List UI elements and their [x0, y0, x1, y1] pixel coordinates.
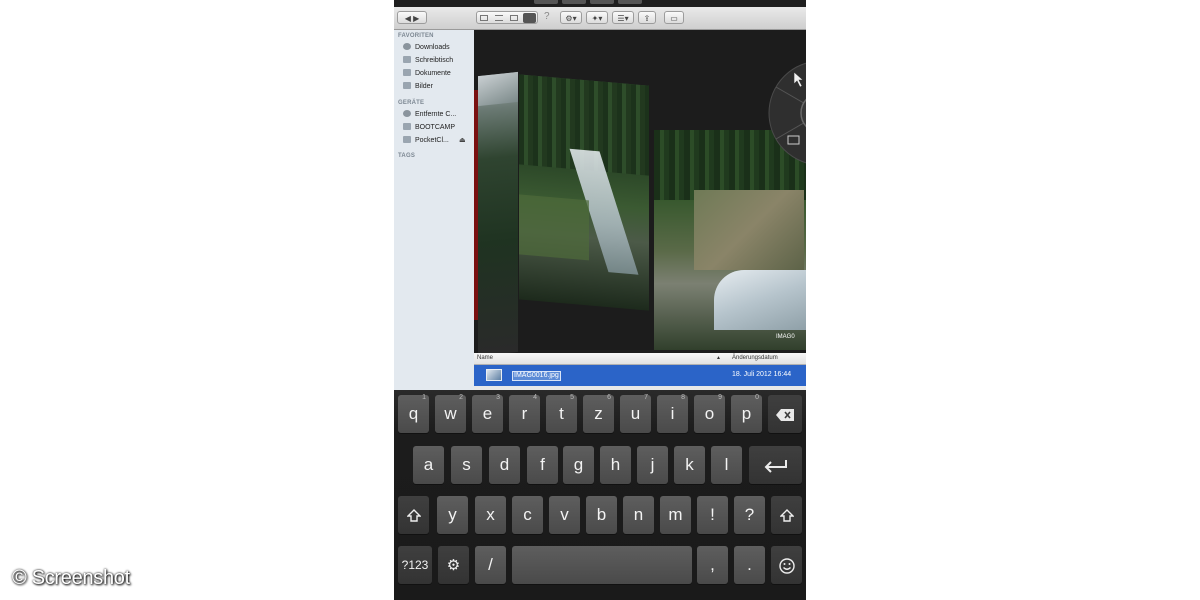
sidebar-item-downloads[interactable]: Downloads — [403, 42, 450, 53]
drive-icon — [403, 123, 411, 130]
help-icon[interactable]: ? — [544, 11, 550, 22]
key-y[interactable]: y — [437, 496, 468, 534]
key-b[interactable]: b — [586, 496, 617, 534]
favorites-header: FAVORITEN — [398, 33, 434, 39]
drive-icon — [403, 136, 411, 143]
back-forward-buttons[interactable]: ◀ ▶ — [397, 11, 427, 24]
key-f[interactable]: f — [527, 446, 558, 484]
watermark: © Screenshot — [12, 567, 130, 589]
sidebar-item-bootcamp[interactable]: BOOTCAMP — [403, 122, 455, 133]
pictures-icon — [403, 82, 411, 89]
slash-key[interactable]: / — [475, 546, 506, 584]
remote-disc-icon — [403, 110, 411, 117]
action-gear-button[interactable]: ⚙▾ — [560, 11, 582, 24]
column-name[interactable]: Name — [477, 355, 493, 361]
key-g[interactable]: g — [563, 446, 594, 484]
shift-icon — [778, 508, 795, 522]
eject-icon[interactable]: ⏏ — [459, 136, 466, 144]
shift-key-right[interactable] — [771, 496, 802, 534]
coverflow-view[interactable]: IMAG0 0 — [474, 30, 806, 353]
key-d[interactable]: d — [489, 446, 520, 484]
key-z[interactable]: z6 — [583, 394, 614, 433]
key-k[interactable]: k — [674, 446, 705, 484]
file-row-selected[interactable]: IMAG0016.jpg 18. Juli 2012 16:44 — [474, 365, 806, 386]
symbols-key[interactable]: ?123 — [398, 546, 432, 584]
key-m[interactable]: m — [660, 496, 691, 534]
key-j[interactable]: j — [637, 446, 668, 484]
key-exclamation[interactable]: ! — [697, 496, 728, 534]
share-button[interactable]: ⇪ — [638, 11, 656, 24]
key-u[interactable]: u7 — [620, 394, 651, 433]
key-v[interactable]: v — [549, 496, 580, 534]
coverflow-caption: IMAG0 — [776, 334, 795, 340]
share-dropbox-button[interactable]: ✦▾ — [586, 11, 608, 24]
key-i[interactable]: i8 — [657, 394, 688, 433]
documents-icon — [403, 69, 411, 76]
column-view-icon[interactable] — [510, 15, 518, 21]
shift-key-left[interactable] — [398, 496, 429, 534]
forward-icon[interactable]: ▶ — [413, 14, 419, 23]
edit-tags-button[interactable]: ▭ — [664, 11, 684, 24]
arrange-button[interactable]: ☰▾ — [612, 11, 634, 24]
tags-header: TAGS — [398, 153, 416, 159]
space-key[interactable] — [512, 546, 692, 584]
key-q[interactable]: q1 — [398, 394, 429, 433]
enter-key[interactable] — [749, 446, 802, 484]
view-switcher — [476, 11, 538, 24]
backspace-icon — [776, 408, 794, 421]
file-list-header: Name ▲ Änderungsdatum — [474, 353, 806, 365]
backspace-key[interactable] — [768, 395, 802, 433]
column-modified-date[interactable]: Änderungsdatum — [732, 355, 778, 361]
shift-icon — [405, 508, 422, 522]
devices-header: GERÄTE — [398, 100, 425, 106]
tablet-screen: ◀ ▶ ? ⚙▾ ✦▾ ☰▾ ⇪ ▭ FAVORITEN Downloads S… — [394, 0, 806, 600]
key-o[interactable]: o9 — [694, 394, 725, 433]
sidebar-item-pocketcloud[interactable]: PocketCl... — [403, 135, 449, 146]
key-x[interactable]: x — [475, 496, 506, 534]
desktop-icon — [403, 56, 411, 63]
top-strip — [394, 0, 806, 7]
enter-icon — [764, 459, 787, 473]
key-c[interactable]: c — [512, 496, 543, 534]
key-question[interactable]: ? — [734, 496, 765, 534]
finder-sidebar: FAVORITEN Downloads Schreibtisch Dokumen… — [394, 30, 475, 390]
sidebar-item-desktop[interactable]: Schreibtisch — [403, 55, 453, 66]
image-file-icon — [486, 369, 502, 381]
emoji-key[interactable] — [771, 546, 802, 584]
key-e[interactable]: e3 — [472, 394, 503, 433]
downloads-icon — [403, 43, 411, 50]
sidebar-item-documents[interactable]: Dokumente — [403, 68, 451, 79]
back-icon[interactable]: ◀ — [405, 14, 411, 23]
sort-arrow-icon[interactable]: ▲ — [716, 355, 721, 361]
icon-view-icon[interactable] — [480, 15, 488, 21]
comma-key[interactable]: , — [697, 546, 728, 584]
key-h[interactable]: h — [600, 446, 631, 484]
key-s[interactable]: s — [451, 446, 482, 484]
radial-menu: 0 — [768, 62, 806, 164]
key-l[interactable]: l — [711, 446, 742, 484]
smiley-icon — [778, 557, 795, 574]
coverflow-image-middle[interactable] — [519, 74, 649, 311]
key-r[interactable]: r4 — [509, 394, 540, 433]
key-w[interactable]: w2 — [435, 394, 466, 433]
period-key[interactable]: . — [734, 546, 765, 584]
settings-key[interactable]: ⚙ — [438, 546, 469, 584]
key-t[interactable]: t5 — [546, 394, 577, 433]
key-p[interactable]: p0 — [731, 394, 762, 433]
list-view-icon[interactable] — [495, 15, 503, 21]
file-date: 18. Juli 2012 16:44 — [732, 371, 792, 378]
coverflow-image-left[interactable] — [478, 71, 518, 353]
gear-icon: ⚙ — [446, 557, 461, 574]
key-a[interactable]: a — [413, 446, 444, 484]
sidebar-item-remote-disc[interactable]: Entfernte C... — [403, 109, 456, 120]
key-n[interactable]: n — [623, 496, 654, 534]
file-name[interactable]: IMAG0016.jpg — [512, 371, 561, 381]
coverflow-view-icon[interactable] — [523, 13, 536, 23]
onscreen-keyboard: q1 w2 e3 r4 t5 z6 u7 i8 o9 p0 a s d f g … — [394, 390, 806, 600]
finder-toolbar: ◀ ▶ ? ⚙▾ ✦▾ ☰▾ ⇪ ▭ — [394, 7, 806, 30]
sidebar-item-pictures[interactable]: Bilder — [403, 81, 433, 92]
